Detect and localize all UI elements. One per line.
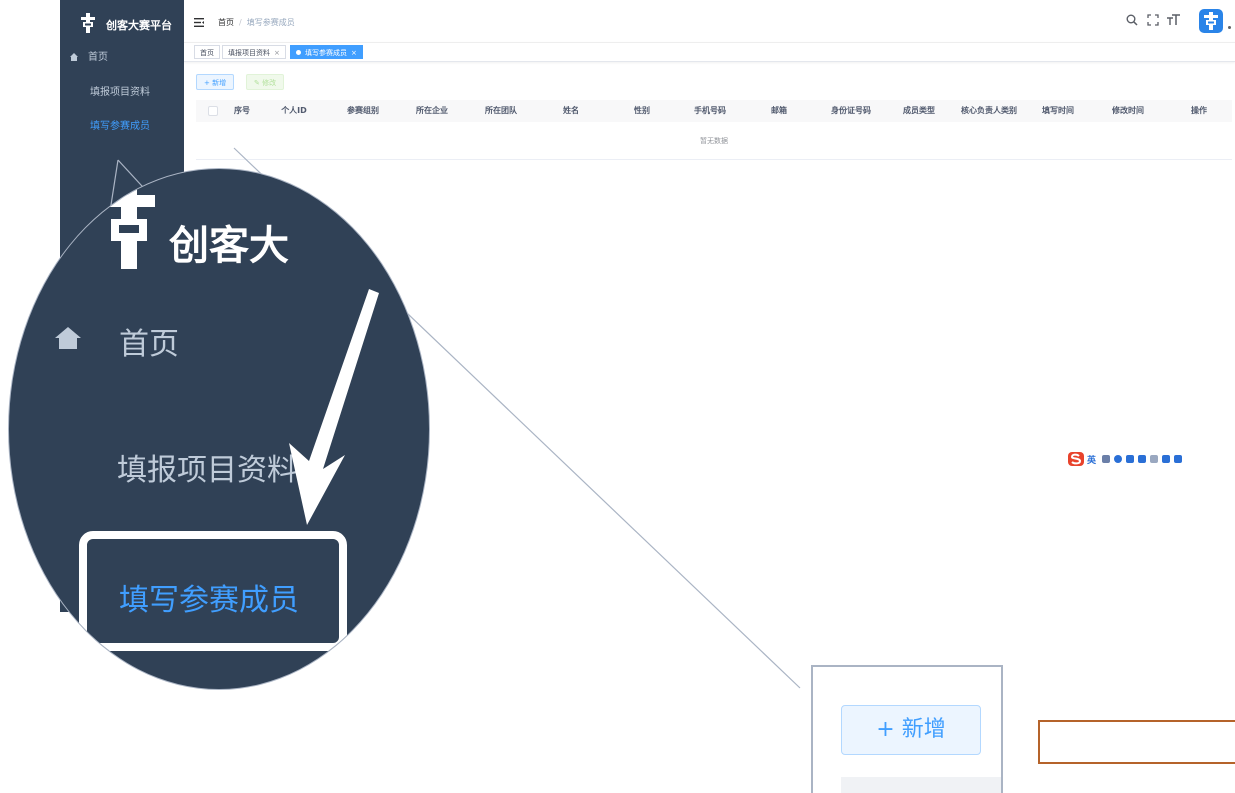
zoomed-add-button: + 新增 [841,705,981,755]
annotation-box [1038,720,1235,764]
brand-title-zoomed: 创客大 [169,223,289,269]
zoomed-menu-team-members: 填写参赛成员 [119,583,299,618]
zoomed-table-strip [841,777,1001,793]
zoomed-menu-project-info: 填报项目资料 [117,453,297,488]
zoom-callout-add-button: + 新增 [811,665,1003,793]
arrow-icon [289,289,379,525]
logo-icon [103,179,155,269]
home-icon [55,327,81,349]
zoomed-menu-home: 首页 [119,327,179,362]
zoom-callout-sidebar: 创客大 首页 填报项目资料 填写参赛成员 [8,168,430,690]
